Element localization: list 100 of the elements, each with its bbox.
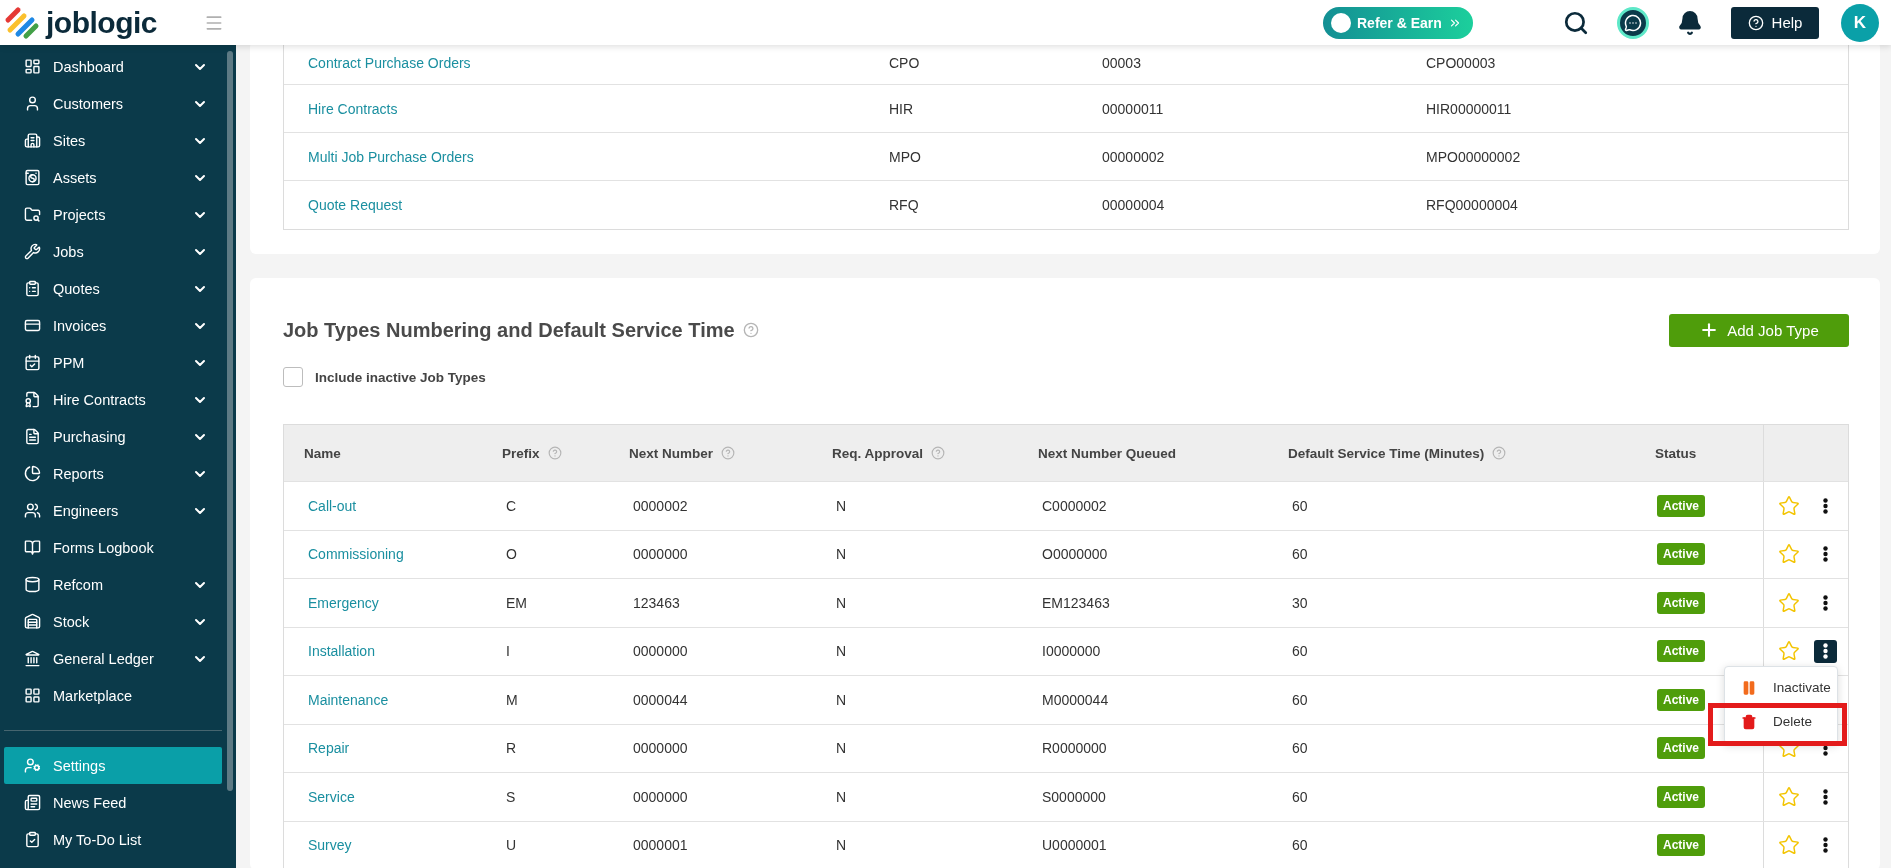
star-icon[interactable] bbox=[1778, 834, 1800, 857]
sidebar-item[interactable]: Stock bbox=[4, 603, 222, 640]
sidebar-item[interactable]: Purchasing bbox=[4, 418, 222, 455]
checkbox-label: Include inactive Job Types bbox=[315, 369, 486, 385]
status-badge: Active bbox=[1657, 785, 1706, 808]
table-cell-text: CPO00003 bbox=[1425, 54, 1497, 71]
sidebar-item[interactable]: PPM bbox=[4, 344, 222, 381]
help-icon[interactable] bbox=[931, 446, 945, 460]
table-cell-text: 00003 bbox=[1101, 54, 1142, 71]
sidebar-item[interactable]: Projects bbox=[4, 196, 222, 233]
sidebar-item[interactable]: Dashboard bbox=[4, 48, 222, 85]
table-cell-text: 0000000 bbox=[632, 643, 689, 660]
sidebar-item[interactable]: Customers bbox=[4, 85, 222, 122]
status-badge: Active bbox=[1657, 688, 1706, 711]
menu-item[interactable]: Inactivate bbox=[1725, 670, 1837, 705]
table-cell-text: N bbox=[835, 740, 848, 757]
sidebar-item[interactable]: Sites bbox=[4, 122, 222, 159]
document-type-link[interactable]: Contract Purchase Orders bbox=[284, 54, 471, 71]
table-cell-text: 00000004 bbox=[1101, 197, 1166, 213]
column-header: Default Service Time (Minutes) bbox=[1288, 445, 1485, 461]
table-cell-text: I bbox=[505, 643, 511, 660]
column-header: Name bbox=[304, 445, 341, 461]
column-header: Prefix bbox=[502, 445, 540, 461]
status-badge: Active bbox=[1657, 737, 1706, 760]
apps-icon bbox=[24, 687, 41, 704]
sidebar-item[interactable]: Forms Logbook bbox=[4, 529, 222, 566]
clipboard-check-icon bbox=[24, 831, 41, 848]
sidebar-item[interactable]: General Ledger bbox=[4, 640, 222, 677]
book-icon bbox=[24, 539, 41, 556]
help-icon[interactable] bbox=[1492, 446, 1507, 460]
job-type-link[interactable]: Service bbox=[284, 788, 355, 805]
status-badge: Active bbox=[1657, 494, 1706, 517]
job-type-link[interactable]: Installation bbox=[284, 643, 375, 660]
job-type-link[interactable]: Repair bbox=[284, 740, 350, 757]
more-button[interactable] bbox=[1814, 639, 1837, 663]
job-type-link[interactable]: Commissioning bbox=[284, 546, 404, 563]
star-icon[interactable] bbox=[1778, 543, 1800, 566]
sidebar-item[interactable]: News Feed bbox=[4, 784, 222, 821]
sidebar-item[interactable]: Engineers bbox=[4, 492, 222, 529]
table-cell-text: EM123463 bbox=[1041, 594, 1111, 611]
sidebar-item[interactable]: Marketplace bbox=[4, 677, 222, 714]
bell-icon[interactable] bbox=[1677, 9, 1703, 36]
star-icon[interactable] bbox=[1778, 640, 1800, 663]
scrollbar[interactable] bbox=[227, 51, 233, 791]
table-cell-text: CPO bbox=[888, 54, 921, 71]
table-cell-text: MPO00000002 bbox=[1425, 148, 1522, 165]
trash-icon bbox=[1741, 713, 1757, 730]
chat-icon[interactable] bbox=[1617, 6, 1649, 39]
status-badge: Active bbox=[1657, 834, 1706, 857]
help-icon[interactable] bbox=[742, 322, 759, 338]
bank-icon bbox=[24, 650, 41, 667]
table-cell-text: RFQ bbox=[888, 197, 920, 213]
sidebar-item[interactable]: Quotes bbox=[4, 270, 222, 307]
job-type-link[interactable]: Call-out bbox=[284, 497, 357, 514]
more-icon bbox=[1823, 594, 1828, 611]
sidebar-item[interactable]: Reports bbox=[4, 455, 222, 492]
help-icon[interactable] bbox=[721, 446, 736, 460]
sidebar-item[interactable]: My To-Do List bbox=[4, 821, 222, 858]
table-cell-text: 60 bbox=[1291, 837, 1309, 854]
search-icon[interactable] bbox=[1563, 9, 1589, 36]
table-cell-text: 60 bbox=[1291, 643, 1309, 660]
sidebar-item[interactable]: Jobs bbox=[4, 233, 222, 270]
star-icon[interactable] bbox=[1778, 494, 1800, 517]
pause-icon bbox=[1741, 679, 1757, 696]
star-icon[interactable] bbox=[1778, 785, 1800, 808]
document-type-link[interactable]: Quote Request bbox=[284, 197, 403, 213]
newspaper-icon bbox=[24, 794, 41, 811]
column-header: Req. Approval bbox=[832, 445, 923, 461]
help-button[interactable]: Help bbox=[1731, 6, 1819, 39]
sidebar-item[interactable]: Assets bbox=[4, 159, 222, 196]
document-type-link[interactable]: Hire Contracts bbox=[284, 100, 398, 117]
table-cell-text: M bbox=[505, 691, 519, 708]
status-badge: Active bbox=[1657, 591, 1706, 614]
file-badge-icon bbox=[24, 391, 41, 408]
table-cell-text: R bbox=[505, 740, 518, 757]
more-icon bbox=[1823, 497, 1828, 514]
checkbox[interactable] bbox=[283, 367, 303, 387]
star-icon[interactable] bbox=[1778, 591, 1800, 614]
sidebar-item[interactable]: Hire Contracts bbox=[4, 381, 222, 418]
more-icon bbox=[1823, 788, 1828, 805]
question-icon bbox=[1747, 14, 1764, 31]
table-cell-text: U0000001 bbox=[1041, 837, 1108, 854]
clipboard-icon bbox=[24, 280, 41, 297]
building-icon bbox=[24, 132, 41, 149]
job-type-link[interactable]: Survey bbox=[284, 837, 352, 854]
table-cell-text: EM bbox=[505, 594, 528, 611]
table-cell-text: 60 bbox=[1291, 740, 1309, 757]
table-cell-text: 0000044 bbox=[632, 691, 689, 708]
calendar-check-icon bbox=[24, 354, 41, 371]
job-type-link[interactable]: Maintenance bbox=[284, 691, 389, 708]
job-type-link[interactable]: Emergency bbox=[284, 594, 379, 611]
table-cell-text: MPO bbox=[888, 148, 922, 165]
sidebar-item[interactable]: Refcom bbox=[4, 566, 222, 603]
document-type-link[interactable]: Multi Job Purchase Orders bbox=[284, 148, 474, 165]
table-cell-text: N bbox=[835, 837, 848, 854]
help-icon[interactable] bbox=[547, 446, 562, 460]
status-badge: Active bbox=[1657, 543, 1706, 566]
table-cell-text: N bbox=[835, 546, 848, 563]
sidebar-item[interactable]: Invoices bbox=[4, 307, 222, 344]
pie-chart-icon bbox=[24, 465, 41, 482]
